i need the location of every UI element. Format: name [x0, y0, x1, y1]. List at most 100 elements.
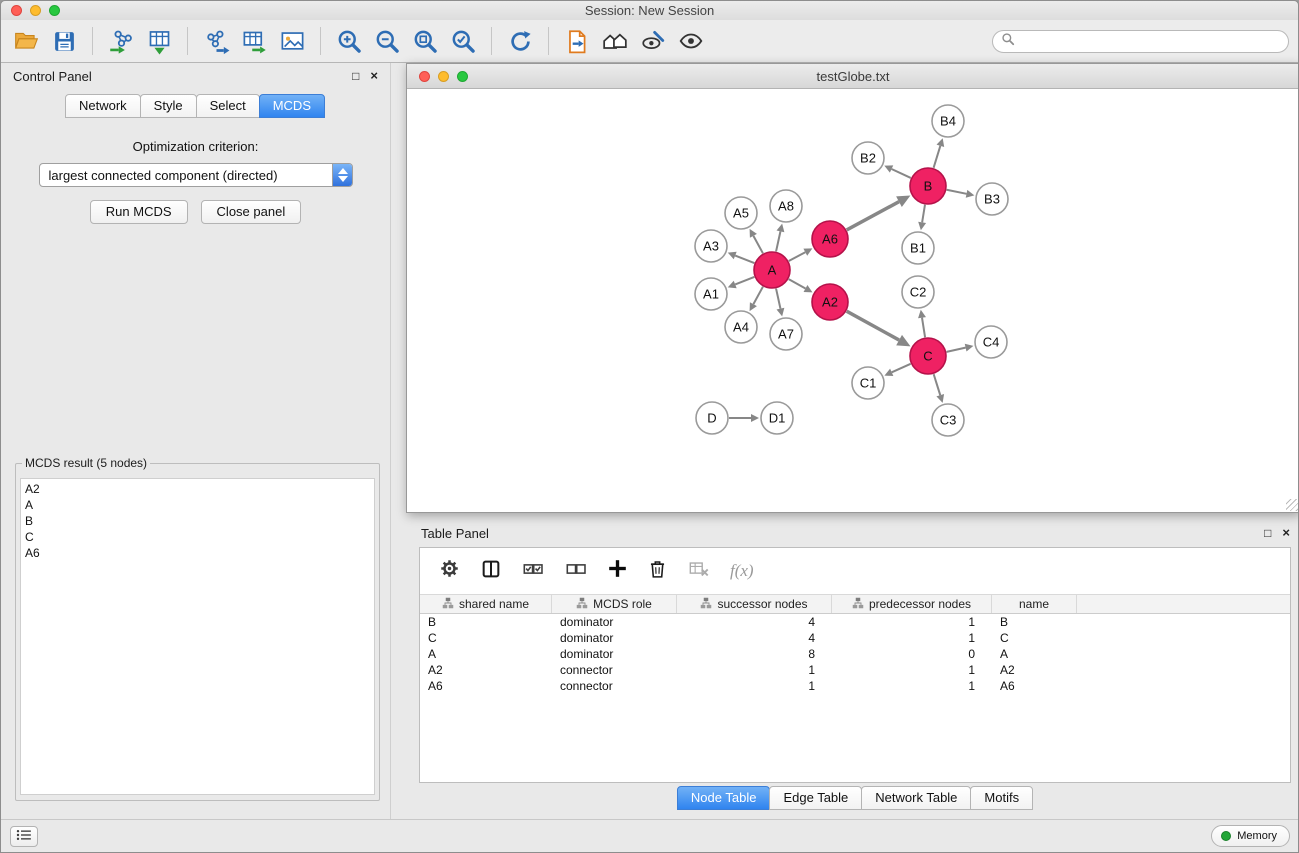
result-item[interactable]: A2 — [25, 481, 370, 497]
graph-edge-A-A6[interactable] — [789, 252, 806, 261]
graph-edge-C-C1[interactable] — [892, 364, 911, 373]
show-columns-icon[interactable] — [480, 558, 502, 585]
cell-shared-name[interactable]: A6 — [420, 679, 552, 693]
cell-name[interactable]: A2 — [992, 663, 1077, 677]
cell-name[interactable]: A — [992, 647, 1077, 661]
run-mcds-button[interactable]: Run MCDS — [90, 200, 188, 224]
search-input[interactable] — [1020, 35, 1280, 49]
result-item[interactable]: C — [25, 529, 370, 545]
delete-column-icon[interactable] — [647, 558, 668, 585]
open-file-icon[interactable] — [561, 24, 593, 58]
column-header[interactable]: predecessor nodes — [832, 595, 992, 613]
cell-shared-name[interactable]: A — [420, 647, 552, 661]
select-all-columns-icon[interactable] — [521, 558, 545, 585]
graph-edge-A-A2[interactable] — [789, 279, 806, 288]
table-row[interactable]: B dominator 4 1 B — [420, 614, 1290, 630]
graph-edge-B-B4[interactable] — [934, 146, 941, 168]
table-settings-icon[interactable] — [438, 557, 461, 585]
zoom-in-icon[interactable] — [333, 24, 365, 58]
network-close-button[interactable] — [419, 71, 430, 82]
graph-edge-A2-C[interactable] — [847, 311, 899, 340]
show-hide-icon[interactable] — [675, 24, 707, 58]
cell-shared-name[interactable]: B — [420, 615, 552, 629]
tab-select[interactable]: Select — [196, 94, 260, 118]
tab-motifs[interactable]: Motifs — [970, 786, 1033, 810]
column-header[interactable]: successor nodes — [677, 595, 832, 613]
toolbar-search[interactable] — [992, 30, 1289, 53]
graph-edge-B-B3[interactable] — [947, 190, 967, 194]
result-item[interactable]: A — [25, 497, 370, 513]
minimize-window-button[interactable] — [30, 5, 41, 16]
graph-edge-C-C4[interactable] — [947, 348, 966, 352]
tab-node-table[interactable]: Node Table — [677, 786, 771, 810]
resize-handle[interactable] — [1286, 499, 1298, 511]
column-header[interactable]: MCDS role — [552, 595, 677, 613]
network-minimize-button[interactable] — [438, 71, 449, 82]
close-window-button[interactable] — [11, 5, 22, 16]
cell-mcds-role[interactable]: connector — [552, 679, 677, 693]
tab-network[interactable]: Network — [65, 94, 141, 118]
export-network-icon[interactable] — [200, 24, 232, 58]
result-item[interactable]: B — [25, 513, 370, 529]
tab-network-table[interactable]: Network Table — [861, 786, 971, 810]
import-network-icon[interactable] — [105, 24, 137, 58]
cell-predecessors[interactable]: 1 — [832, 663, 992, 677]
mcds-result-list[interactable]: A2 A B C A6 — [20, 478, 375, 795]
zoom-selected-icon[interactable] — [447, 24, 479, 58]
graph-edge-B-B2[interactable] — [892, 169, 911, 178]
export-table-icon[interactable] — [238, 24, 270, 58]
cell-name[interactable]: C — [992, 631, 1077, 645]
cell-predecessors[interactable]: 1 — [832, 631, 992, 645]
graph-edge-B-B1[interactable] — [922, 205, 925, 223]
tab-style[interactable]: Style — [140, 94, 197, 118]
optimization-criterion-select[interactable]: largest connected component (directed) — [39, 163, 353, 187]
graph-edge-A-A4[interactable] — [753, 287, 763, 304]
unselect-all-columns-icon[interactable] — [564, 558, 588, 585]
close-table-panel-icon[interactable]: × — [1282, 527, 1290, 539]
float-panel-icon[interactable]: □ — [352, 70, 359, 82]
task-history-button[interactable] — [10, 826, 38, 847]
cell-successors[interactable]: 4 — [677, 631, 832, 645]
tab-edge-table[interactable]: Edge Table — [769, 786, 862, 810]
float-table-panel-icon[interactable]: □ — [1264, 527, 1271, 539]
cell-successors[interactable]: 1 — [677, 663, 832, 677]
network-canvas[interactable]: B4B2BB3A8A5A6A3B1AA1C2A2A4A7C4CC1C3DD1 — [407, 89, 1299, 512]
close-panel-icon[interactable]: × — [370, 70, 378, 82]
graph-edge-C-C2[interactable] — [922, 318, 925, 338]
cell-shared-name[interactable]: A2 — [420, 663, 552, 677]
cell-name[interactable]: A6 — [992, 679, 1077, 693]
open-session-icon[interactable] — [10, 24, 42, 58]
network-window-titlebar[interactable]: testGlobe.txt — [407, 64, 1299, 89]
cell-shared-name[interactable]: C — [420, 631, 552, 645]
zoom-fit-icon[interactable] — [409, 24, 441, 58]
export-image-icon[interactable] — [276, 24, 308, 58]
zoom-out-icon[interactable] — [371, 24, 403, 58]
cell-predecessors[interactable]: 1 — [832, 615, 992, 629]
table-row[interactable]: C dominator 4 1 C — [420, 630, 1290, 646]
tab-mcds[interactable]: MCDS — [259, 94, 325, 118]
home-icon[interactable] — [599, 24, 631, 58]
cell-mcds-role[interactable]: connector — [552, 663, 677, 677]
cell-predecessors[interactable]: 0 — [832, 647, 992, 661]
table-row[interactable]: A dominator 8 0 A — [420, 646, 1290, 662]
create-column-icon[interactable] — [607, 558, 628, 584]
graph-edge-A6-B[interactable] — [847, 202, 899, 230]
style-details-icon[interactable] — [637, 24, 669, 58]
graph-edge-A-A5[interactable] — [753, 236, 763, 253]
cell-successors[interactable]: 4 — [677, 615, 832, 629]
cell-successors[interactable]: 1 — [677, 679, 832, 693]
cell-predecessors[interactable]: 1 — [832, 679, 992, 693]
graph-edge-A-A7[interactable] — [776, 289, 780, 309]
network-zoom-button[interactable] — [457, 71, 468, 82]
save-session-icon[interactable] — [48, 24, 80, 58]
graph-edge-A-A8[interactable] — [776, 231, 780, 251]
cell-name[interactable]: B — [992, 615, 1077, 629]
column-header[interactable]: shared name — [420, 595, 552, 613]
graph-edge-A-A1[interactable] — [735, 277, 754, 285]
cell-mcds-role[interactable]: dominator — [552, 615, 677, 629]
table-row[interactable]: A6 connector 1 1 A6 — [420, 678, 1290, 694]
refresh-layout-icon[interactable] — [504, 24, 536, 58]
cell-mcds-role[interactable]: dominator — [552, 631, 677, 645]
table-row[interactable]: A2 connector 1 1 A2 — [420, 662, 1290, 678]
memory-button[interactable]: Memory — [1211, 825, 1290, 847]
